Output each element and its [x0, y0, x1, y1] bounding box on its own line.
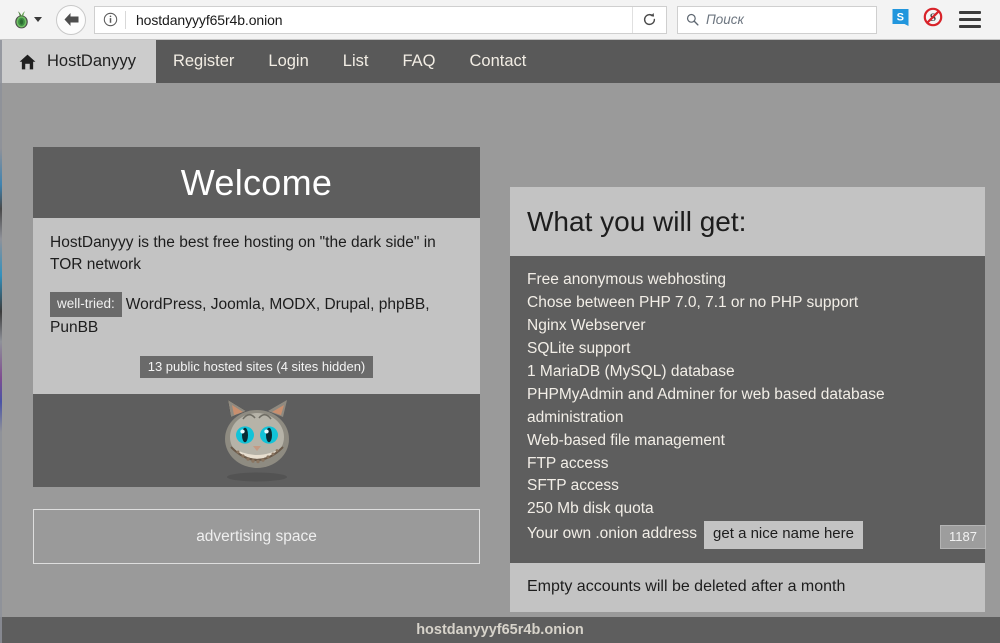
- nav-item-faq[interactable]: FAQ: [385, 40, 452, 83]
- what-you-get-panel: What you will get: Free anonymous webhos…: [510, 187, 985, 612]
- what-you-get-title: What you will get:: [527, 206, 746, 238]
- what-you-get-body: Free anonymous webhosting Chose between …: [510, 256, 985, 563]
- welcome-panel-header: Welcome: [33, 147, 480, 218]
- nav-item-register[interactable]: Register: [156, 40, 251, 83]
- what-you-get-footer-note: Empty accounts will be deleted after a m…: [510, 563, 985, 612]
- site-info-icon[interactable]: [95, 12, 125, 27]
- list-item: Chose between PHP 7.0, 7.1 or no PHP sup…: [527, 292, 969, 315]
- status-badge[interactable]: 13 public hosted sites (4 sites hidden): [140, 356, 374, 378]
- chevron-down-icon: [34, 17, 42, 22]
- nav-item-list[interactable]: List: [326, 40, 386, 83]
- site-footer: hostdanyyyf65r4b.onion: [0, 617, 1000, 643]
- welcome-lead-text: HostDanyyy is the best free hosting on "…: [50, 232, 463, 276]
- arrow-left-icon: [63, 12, 80, 27]
- nav-item-login[interactable]: Login: [251, 40, 325, 83]
- search-bar[interactable]: Поиск: [677, 6, 877, 34]
- list-item: 250 Mb disk quota: [527, 498, 969, 521]
- menu-bar-3: [959, 25, 981, 28]
- cheshire-cat-icon: [201, 397, 313, 485]
- feature-list: Free anonymous webhosting Chose between …: [527, 269, 969, 549]
- list-item: Web-based file management: [527, 430, 969, 453]
- what-you-get-header: What you will get:: [510, 187, 985, 256]
- tor-onion-button[interactable]: [8, 7, 46, 32]
- reload-button[interactable]: [632, 7, 666, 33]
- nav-item-contact[interactable]: Contact: [452, 40, 543, 83]
- reload-icon: [642, 12, 657, 27]
- list-item: FTP access: [527, 453, 969, 476]
- url-text[interactable]: hostdanyyyf65r4b.onion: [126, 12, 632, 28]
- list-item-onion-address: Your own .onion address get a nice name h…: [527, 521, 969, 548]
- list-item: Nginx Webserver: [527, 315, 969, 338]
- page-viewport: HostDanyyy Register Login List FAQ Conta…: [0, 40, 1000, 643]
- background-window-sliver: [0, 40, 2, 643]
- list-item: SQLite support: [527, 338, 969, 361]
- advertising-space-box[interactable]: advertising space: [33, 509, 480, 564]
- browser-toolbar: hostdanyyyf65r4b.onion Поиск S S: [0, 0, 1000, 40]
- nav-brand-label: HostDanyyy: [47, 52, 136, 71]
- svg-text:S: S: [897, 12, 904, 24]
- extension-icons: S S: [891, 7, 943, 32]
- list-item: PHPMyAdmin and Adminer for web based dat…: [527, 384, 969, 430]
- list-item: 1 MariaDB (MySQL) database: [527, 361, 969, 384]
- noscript-s-icon: S: [891, 7, 911, 27]
- list-item: Free anonymous webhosting: [527, 269, 969, 292]
- noscript-icon[interactable]: S: [891, 7, 911, 32]
- onion-address-text: Your own .onion address: [527, 525, 697, 542]
- welcome-cms-line: well-tried:WordPress, Joomla, MODX, Drup…: [50, 292, 463, 339]
- page-content: Welcome HostDanyyy is the best free host…: [0, 83, 1000, 643]
- welcome-panel: Welcome HostDanyyy is the best free host…: [33, 147, 480, 564]
- sites-badge-wrap: 13 public hosted sites (4 sites hidden): [50, 356, 463, 378]
- info-circle-icon: [103, 12, 118, 27]
- onion-icon: [12, 10, 31, 29]
- welcome-panel-body: HostDanyyy is the best free hosting on "…: [33, 218, 480, 394]
- nav-brand-hostdanyyy[interactable]: HostDanyyy: [0, 40, 156, 83]
- visit-counter: 1187: [940, 525, 986, 549]
- get-a-nice-name-button[interactable]: get a nice name here: [704, 521, 863, 548]
- cheshire-cat-banner: [33, 394, 480, 487]
- well-tried-badge: well-tried:: [50, 292, 122, 317]
- advertising-space-label: advertising space: [196, 528, 317, 546]
- menu-button[interactable]: [959, 11, 981, 28]
- back-button[interactable]: [56, 5, 86, 35]
- page-title: Welcome: [181, 162, 332, 204]
- menu-bar-2: [959, 18, 981, 21]
- url-bar[interactable]: hostdanyyyf65r4b.onion: [94, 6, 667, 34]
- no-script-blocked-icon[interactable]: S: [923, 7, 943, 32]
- list-item: SFTP access: [527, 475, 969, 498]
- menu-bar-1: [959, 11, 981, 14]
- footer-onion-address: hostdanyyyf65r4b.onion: [416, 622, 584, 638]
- site-navbar: HostDanyyy Register Login List FAQ Conta…: [0, 40, 1000, 83]
- prohibition-icon: S: [923, 7, 943, 27]
- search-icon: [686, 13, 699, 26]
- home-icon: [19, 54, 36, 70]
- search-input[interactable]: Поиск: [706, 12, 744, 27]
